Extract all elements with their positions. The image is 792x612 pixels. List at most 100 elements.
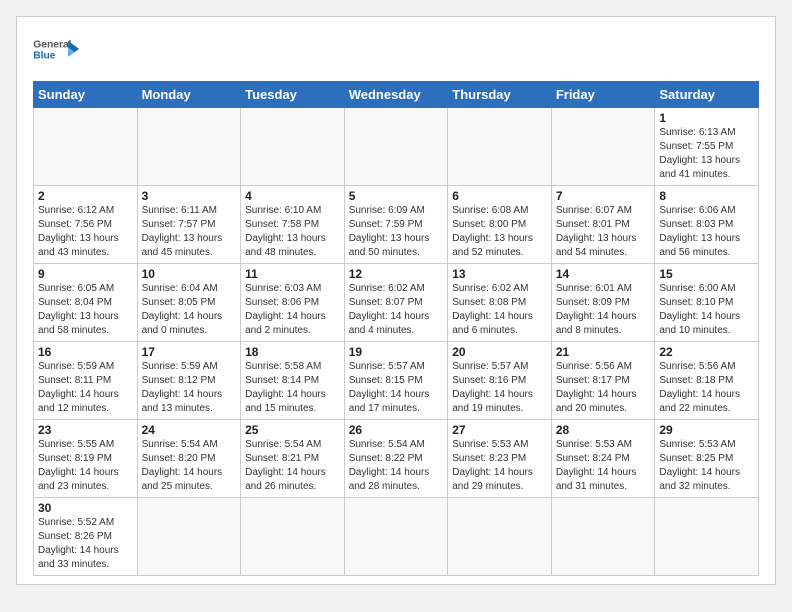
calendar-day: 26Sunrise: 5:54 AMSunset: 8:22 PMDayligh… [344,420,448,498]
day-info: Sunrise: 5:57 AMSunset: 8:16 PMDaylight:… [452,360,547,416]
day-number: 3 [142,189,237,203]
calendar-day [448,108,552,186]
calendar-day: 3Sunrise: 6:11 AMSunset: 7:57 PMDaylight… [137,186,241,264]
calendar-header-row: SundayMondayTuesdayWednesdayThursdayFrid… [34,82,759,108]
svg-text:Blue: Blue [33,50,56,61]
day-number: 6 [452,189,547,203]
calendar-day [344,498,448,576]
col-header-thursday: Thursday [448,82,552,108]
col-header-sunday: Sunday [34,82,138,108]
calendar-day: 5Sunrise: 6:09 AMSunset: 7:59 PMDaylight… [344,186,448,264]
day-info: Sunrise: 5:57 AMSunset: 8:15 PMDaylight:… [349,360,444,416]
calendar-day: 24Sunrise: 5:54 AMSunset: 8:20 PMDayligh… [137,420,241,498]
day-number: 30 [38,501,133,515]
day-number: 7 [556,189,651,203]
calendar-day [137,108,241,186]
calendar-day: 9Sunrise: 6:05 AMSunset: 8:04 PMDaylight… [34,264,138,342]
day-info: Sunrise: 6:03 AMSunset: 8:06 PMDaylight:… [245,282,340,338]
day-info: Sunrise: 5:55 AMSunset: 8:19 PMDaylight:… [38,438,133,494]
calendar-day [241,498,345,576]
day-info: Sunrise: 5:59 AMSunset: 8:12 PMDaylight:… [142,360,237,416]
day-info: Sunrise: 6:12 AMSunset: 7:56 PMDaylight:… [38,204,133,260]
day-info: Sunrise: 6:04 AMSunset: 8:05 PMDaylight:… [142,282,237,338]
calendar-table: SundayMondayTuesdayWednesdayThursdayFrid… [33,81,759,576]
calendar-day: 12Sunrise: 6:02 AMSunset: 8:07 PMDayligh… [344,264,448,342]
day-number: 5 [349,189,444,203]
calendar-day: 2Sunrise: 6:12 AMSunset: 7:56 PMDaylight… [34,186,138,264]
day-number: 29 [659,423,754,437]
day-info: Sunrise: 6:00 AMSunset: 8:10 PMDaylight:… [659,282,754,338]
day-info: Sunrise: 5:56 AMSunset: 8:18 PMDaylight:… [659,360,754,416]
calendar-day [344,108,448,186]
calendar-day: 16Sunrise: 5:59 AMSunset: 8:11 PMDayligh… [34,342,138,420]
calendar-week-3: 9Sunrise: 6:05 AMSunset: 8:04 PMDaylight… [34,264,759,342]
calendar-day: 11Sunrise: 6:03 AMSunset: 8:06 PMDayligh… [241,264,345,342]
calendar-day: 20Sunrise: 5:57 AMSunset: 8:16 PMDayligh… [448,342,552,420]
calendar-day: 10Sunrise: 6:04 AMSunset: 8:05 PMDayligh… [137,264,241,342]
day-info: Sunrise: 6:10 AMSunset: 7:58 PMDaylight:… [245,204,340,260]
calendar-day: 25Sunrise: 5:54 AMSunset: 8:21 PMDayligh… [241,420,345,498]
day-number: 24 [142,423,237,437]
day-number: 8 [659,189,754,203]
day-number: 12 [349,267,444,281]
day-info: Sunrise: 6:06 AMSunset: 8:03 PMDaylight:… [659,204,754,260]
day-info: Sunrise: 5:58 AMSunset: 8:14 PMDaylight:… [245,360,340,416]
day-info: Sunrise: 6:08 AMSunset: 8:00 PMDaylight:… [452,204,547,260]
calendar-day: 23Sunrise: 5:55 AMSunset: 8:19 PMDayligh… [34,420,138,498]
day-info: Sunrise: 5:54 AMSunset: 8:20 PMDaylight:… [142,438,237,494]
calendar-day: 8Sunrise: 6:06 AMSunset: 8:03 PMDaylight… [655,186,759,264]
calendar-day: 29Sunrise: 5:53 AMSunset: 8:25 PMDayligh… [655,420,759,498]
calendar-week-2: 2Sunrise: 6:12 AMSunset: 7:56 PMDaylight… [34,186,759,264]
calendar-day: 22Sunrise: 5:56 AMSunset: 8:18 PMDayligh… [655,342,759,420]
calendar-day [551,108,655,186]
day-info: Sunrise: 6:02 AMSunset: 8:07 PMDaylight:… [349,282,444,338]
day-info: Sunrise: 5:54 AMSunset: 8:21 PMDaylight:… [245,438,340,494]
day-number: 16 [38,345,133,359]
col-header-tuesday: Tuesday [241,82,345,108]
day-number: 20 [452,345,547,359]
day-number: 18 [245,345,340,359]
day-number: 21 [556,345,651,359]
day-info: Sunrise: 5:53 AMSunset: 8:23 PMDaylight:… [452,438,547,494]
day-number: 9 [38,267,133,281]
calendar-day [34,108,138,186]
logo-icon: General Blue [33,33,81,71]
calendar-container: General Blue SundayMondayTuesdayWednesda… [16,16,776,585]
calendar-day: 30Sunrise: 5:52 AMSunset: 8:26 PMDayligh… [34,498,138,576]
calendar-day [241,108,345,186]
day-number: 26 [349,423,444,437]
calendar-day [551,498,655,576]
calendar-week-1: 1Sunrise: 6:13 AMSunset: 7:55 PMDaylight… [34,108,759,186]
calendar-day [448,498,552,576]
calendar-week-4: 16Sunrise: 5:59 AMSunset: 8:11 PMDayligh… [34,342,759,420]
day-number: 25 [245,423,340,437]
day-info: Sunrise: 5:53 AMSunset: 8:25 PMDaylight:… [659,438,754,494]
day-number: 27 [452,423,547,437]
calendar-week-6: 30Sunrise: 5:52 AMSunset: 8:26 PMDayligh… [34,498,759,576]
svg-text:General: General [33,39,71,50]
calendar-day: 28Sunrise: 5:53 AMSunset: 8:24 PMDayligh… [551,420,655,498]
calendar-day [655,498,759,576]
calendar-day: 1Sunrise: 6:13 AMSunset: 7:55 PMDaylight… [655,108,759,186]
col-header-wednesday: Wednesday [344,82,448,108]
calendar-day: 13Sunrise: 6:02 AMSunset: 8:08 PMDayligh… [448,264,552,342]
calendar-week-5: 23Sunrise: 5:55 AMSunset: 8:19 PMDayligh… [34,420,759,498]
col-header-monday: Monday [137,82,241,108]
day-info: Sunrise: 5:52 AMSunset: 8:26 PMDaylight:… [38,516,133,572]
day-info: Sunrise: 6:07 AMSunset: 8:01 PMDaylight:… [556,204,651,260]
day-number: 22 [659,345,754,359]
calendar-day: 17Sunrise: 5:59 AMSunset: 8:12 PMDayligh… [137,342,241,420]
calendar-day: 4Sunrise: 6:10 AMSunset: 7:58 PMDaylight… [241,186,345,264]
day-info: Sunrise: 5:56 AMSunset: 8:17 PMDaylight:… [556,360,651,416]
day-number: 11 [245,267,340,281]
calendar-day: 19Sunrise: 5:57 AMSunset: 8:15 PMDayligh… [344,342,448,420]
calendar-day [137,498,241,576]
calendar-day: 7Sunrise: 6:07 AMSunset: 8:01 PMDaylight… [551,186,655,264]
day-number: 13 [452,267,547,281]
logo: General Blue [33,33,81,71]
day-number: 10 [142,267,237,281]
calendar-day: 27Sunrise: 5:53 AMSunset: 8:23 PMDayligh… [448,420,552,498]
calendar-day: 18Sunrise: 5:58 AMSunset: 8:14 PMDayligh… [241,342,345,420]
day-info: Sunrise: 6:13 AMSunset: 7:55 PMDaylight:… [659,126,754,182]
day-info: Sunrise: 6:02 AMSunset: 8:08 PMDaylight:… [452,282,547,338]
